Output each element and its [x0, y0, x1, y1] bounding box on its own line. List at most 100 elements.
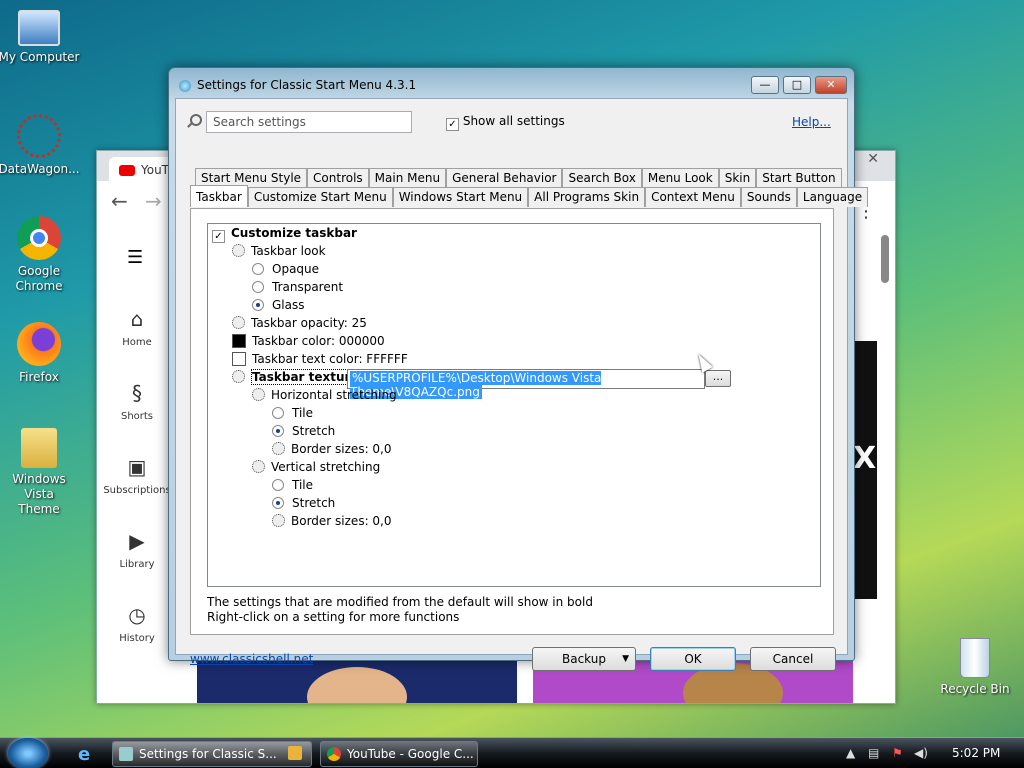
desktop-icon-firefox[interactable]: Firefox: [0, 322, 81, 385]
tree-item-vertical-stretching[interactable]: Vertical stretching: [252, 458, 380, 476]
tree-label: Taskbar texture: [251, 369, 360, 385]
desktop-icon-datawagon[interactable]: DataWagon...: [0, 114, 81, 177]
tree-item-taskbar-look[interactable]: Taskbar look: [232, 242, 326, 260]
video-thumbnail[interactable]: X: [853, 341, 877, 599]
tree-item-h-border[interactable]: Border sizes: 0,0: [272, 440, 392, 458]
thumbnail-glyph: X: [853, 441, 877, 476]
radio-icon: [272, 479, 284, 491]
tab-start-button[interactable]: Start Button: [756, 168, 842, 188]
tree-label: Customize taskbar: [231, 226, 357, 240]
tab-windows-start-menu[interactable]: Windows Start Menu: [392, 187, 529, 207]
tab-close-icon[interactable]: ✕: [867, 151, 879, 167]
scrollbar-thumb[interactable]: [881, 235, 889, 283]
tab-general-behavior[interactable]: General Behavior: [446, 168, 563, 188]
radio-v-tile[interactable]: Tile: [272, 476, 313, 494]
show-all-settings-checkbox[interactable]: ✓ Show all settings: [446, 114, 565, 131]
search-input[interactable]: Search settings: [206, 111, 412, 133]
sidebar-item-subscriptions[interactable]: ▣ Subscriptions: [97, 455, 177, 529]
forward-icon[interactable]: →: [145, 189, 162, 213]
gear-icon: [232, 244, 245, 257]
texture-path-input[interactable]: %USERPROFILE%\Desktop\Windows Vista Them…: [347, 369, 705, 399]
tree-item-customize-taskbar[interactable]: ✓ Customize taskbar: [212, 224, 357, 243]
radio-v-stretch[interactable]: Stretch: [272, 494, 335, 512]
show-hidden-icons-icon[interactable]: ▲: [846, 746, 855, 760]
tree-item-v-border[interactable]: Border sizes: 0,0: [272, 512, 392, 530]
home-icon: ⌂: [130, 307, 144, 331]
chrome-icon: [327, 747, 341, 761]
action-center-icon[interactable]: ⚑: [892, 746, 903, 760]
tab-row-2: Taskbar Customize Start Menu Windows Start…: [190, 185, 869, 207]
task-label: Settings for Classic S...: [139, 747, 277, 761]
radio-transparent[interactable]: Transparent: [252, 278, 343, 296]
taskbar-task-chrome[interactable]: YouTube - Google C...: [320, 741, 478, 767]
help-link[interactable]: Help...: [792, 115, 831, 129]
youtube-icon: [119, 165, 135, 176]
tab-taskbar[interactable]: Taskbar: [190, 185, 248, 207]
desktop-icon-chrome[interactable]: Google Chrome: [0, 216, 81, 294]
ok-button[interactable]: OK: [650, 647, 736, 671]
tab-search-box[interactable]: Search Box: [562, 168, 642, 188]
task-label: YouTube - Google C...: [347, 747, 474, 761]
sidebar-item-library[interactable]: ▶ Library: [97, 529, 177, 603]
tree-item-horizontal-stretching[interactable]: Horizontal stretching: [252, 386, 397, 404]
browse-button[interactable]: ...: [705, 370, 731, 387]
tab-sounds[interactable]: Sounds: [740, 187, 797, 207]
library-icon: ▶: [129, 529, 145, 553]
radio-h-stretch[interactable]: Stretch: [272, 422, 335, 440]
sidebar-label: Home: [122, 337, 152, 348]
tree-item-taskbar-opacity[interactable]: Taskbar opacity: 25: [232, 314, 367, 332]
internet-explorer-icon[interactable]: e: [78, 744, 90, 765]
radio-glass[interactable]: Glass: [252, 296, 305, 314]
clock[interactable]: 5:02 PM: [952, 746, 1000, 760]
backup-button[interactable]: Backup ▼: [532, 647, 636, 671]
tab-skin[interactable]: Skin: [718, 168, 757, 188]
tab-controls[interactable]: Controls: [307, 168, 369, 188]
desktop-icon-vista-theme[interactable]: Windows Vista Theme: [0, 428, 81, 517]
radio-selected-icon: [252, 299, 264, 311]
tree-item-taskbar-color[interactable]: Taskbar color: 000000: [232, 332, 385, 350]
tab-menu-look[interactable]: Menu Look: [641, 168, 719, 188]
dropdown-arrow-icon: ▼: [622, 654, 629, 664]
color-swatch-black: [232, 334, 246, 348]
tab-all-programs-skin[interactable]: All Programs Skin: [528, 187, 646, 207]
tree-label: Opaque: [272, 262, 320, 276]
volume-icon[interactable]: ◀): [914, 746, 928, 760]
gear-icon: [232, 370, 245, 383]
tab-context-menu[interactable]: Context Menu: [645, 187, 741, 207]
dialog-client: Search settings ✓ Show all settings Help…: [175, 98, 869, 671]
tab-customize-start-menu[interactable]: Customize Start Menu: [247, 187, 393, 207]
radio-h-tile[interactable]: Tile: [272, 404, 313, 422]
desktop-icon-recycle-bin[interactable]: Recycle Bin: [933, 638, 1017, 697]
dialog-title: Settings for Classic Start Menu 4.3.1: [197, 78, 417, 92]
minimize-button[interactable]: —: [751, 76, 779, 94]
computer-icon: [18, 10, 60, 46]
website-link[interactable]: www.classicshell.net: [190, 652, 313, 666]
radio-opaque[interactable]: Opaque: [252, 260, 319, 278]
cancel-button[interactable]: Cancel: [750, 647, 836, 671]
menu-icon[interactable]: ☰: [127, 247, 143, 268]
network-icon[interactable]: ▤: [868, 746, 879, 760]
back-icon[interactable]: ←: [111, 189, 128, 213]
sidebar-item-shorts[interactable]: § Shorts: [97, 381, 177, 455]
desktop-icon-label: DataWagon...: [0, 162, 80, 176]
tab-row-1: Start Menu Style Controls Main Menu General…: [195, 168, 842, 188]
tree-item-taskbar-text-color[interactable]: Taskbar text color: FFFFFF: [232, 350, 408, 368]
radio-icon: [272, 407, 284, 419]
tab-main-menu[interactable]: Main Menu: [368, 168, 447, 188]
tab-language[interactable]: Language: [796, 187, 869, 207]
desktop-icon-my-computer[interactable]: My Computer: [0, 10, 81, 65]
tree-item-taskbar-texture[interactable]: Taskbar texture: [232, 368, 360, 386]
youtube-sidebar: ⌂ Home § Shorts ▣ Subscriptions ▶ Library ◷ H…: [97, 307, 177, 677]
maximize-button[interactable]: □: [783, 76, 811, 94]
thumbnail-face: [307, 667, 407, 703]
tree-label: Taskbar color: 000000: [252, 334, 385, 348]
settings-tree[interactable]: ✓ Customize taskbar Taskbar look Opaque T…: [207, 223, 821, 587]
taskbar-task-media[interactable]: [280, 741, 310, 767]
sidebar-item-home[interactable]: ⌂ Home: [97, 307, 177, 381]
datawagon-icon: [17, 114, 61, 158]
gear-icon: [232, 316, 245, 329]
settings-dialog[interactable]: Settings for Classic Start Menu 4.3.1 — …: [168, 67, 869, 671]
sidebar-item-history[interactable]: ◷ History: [97, 603, 177, 677]
close-button[interactable]: ✕: [815, 76, 847, 94]
start-button[interactable]: [8, 738, 48, 768]
